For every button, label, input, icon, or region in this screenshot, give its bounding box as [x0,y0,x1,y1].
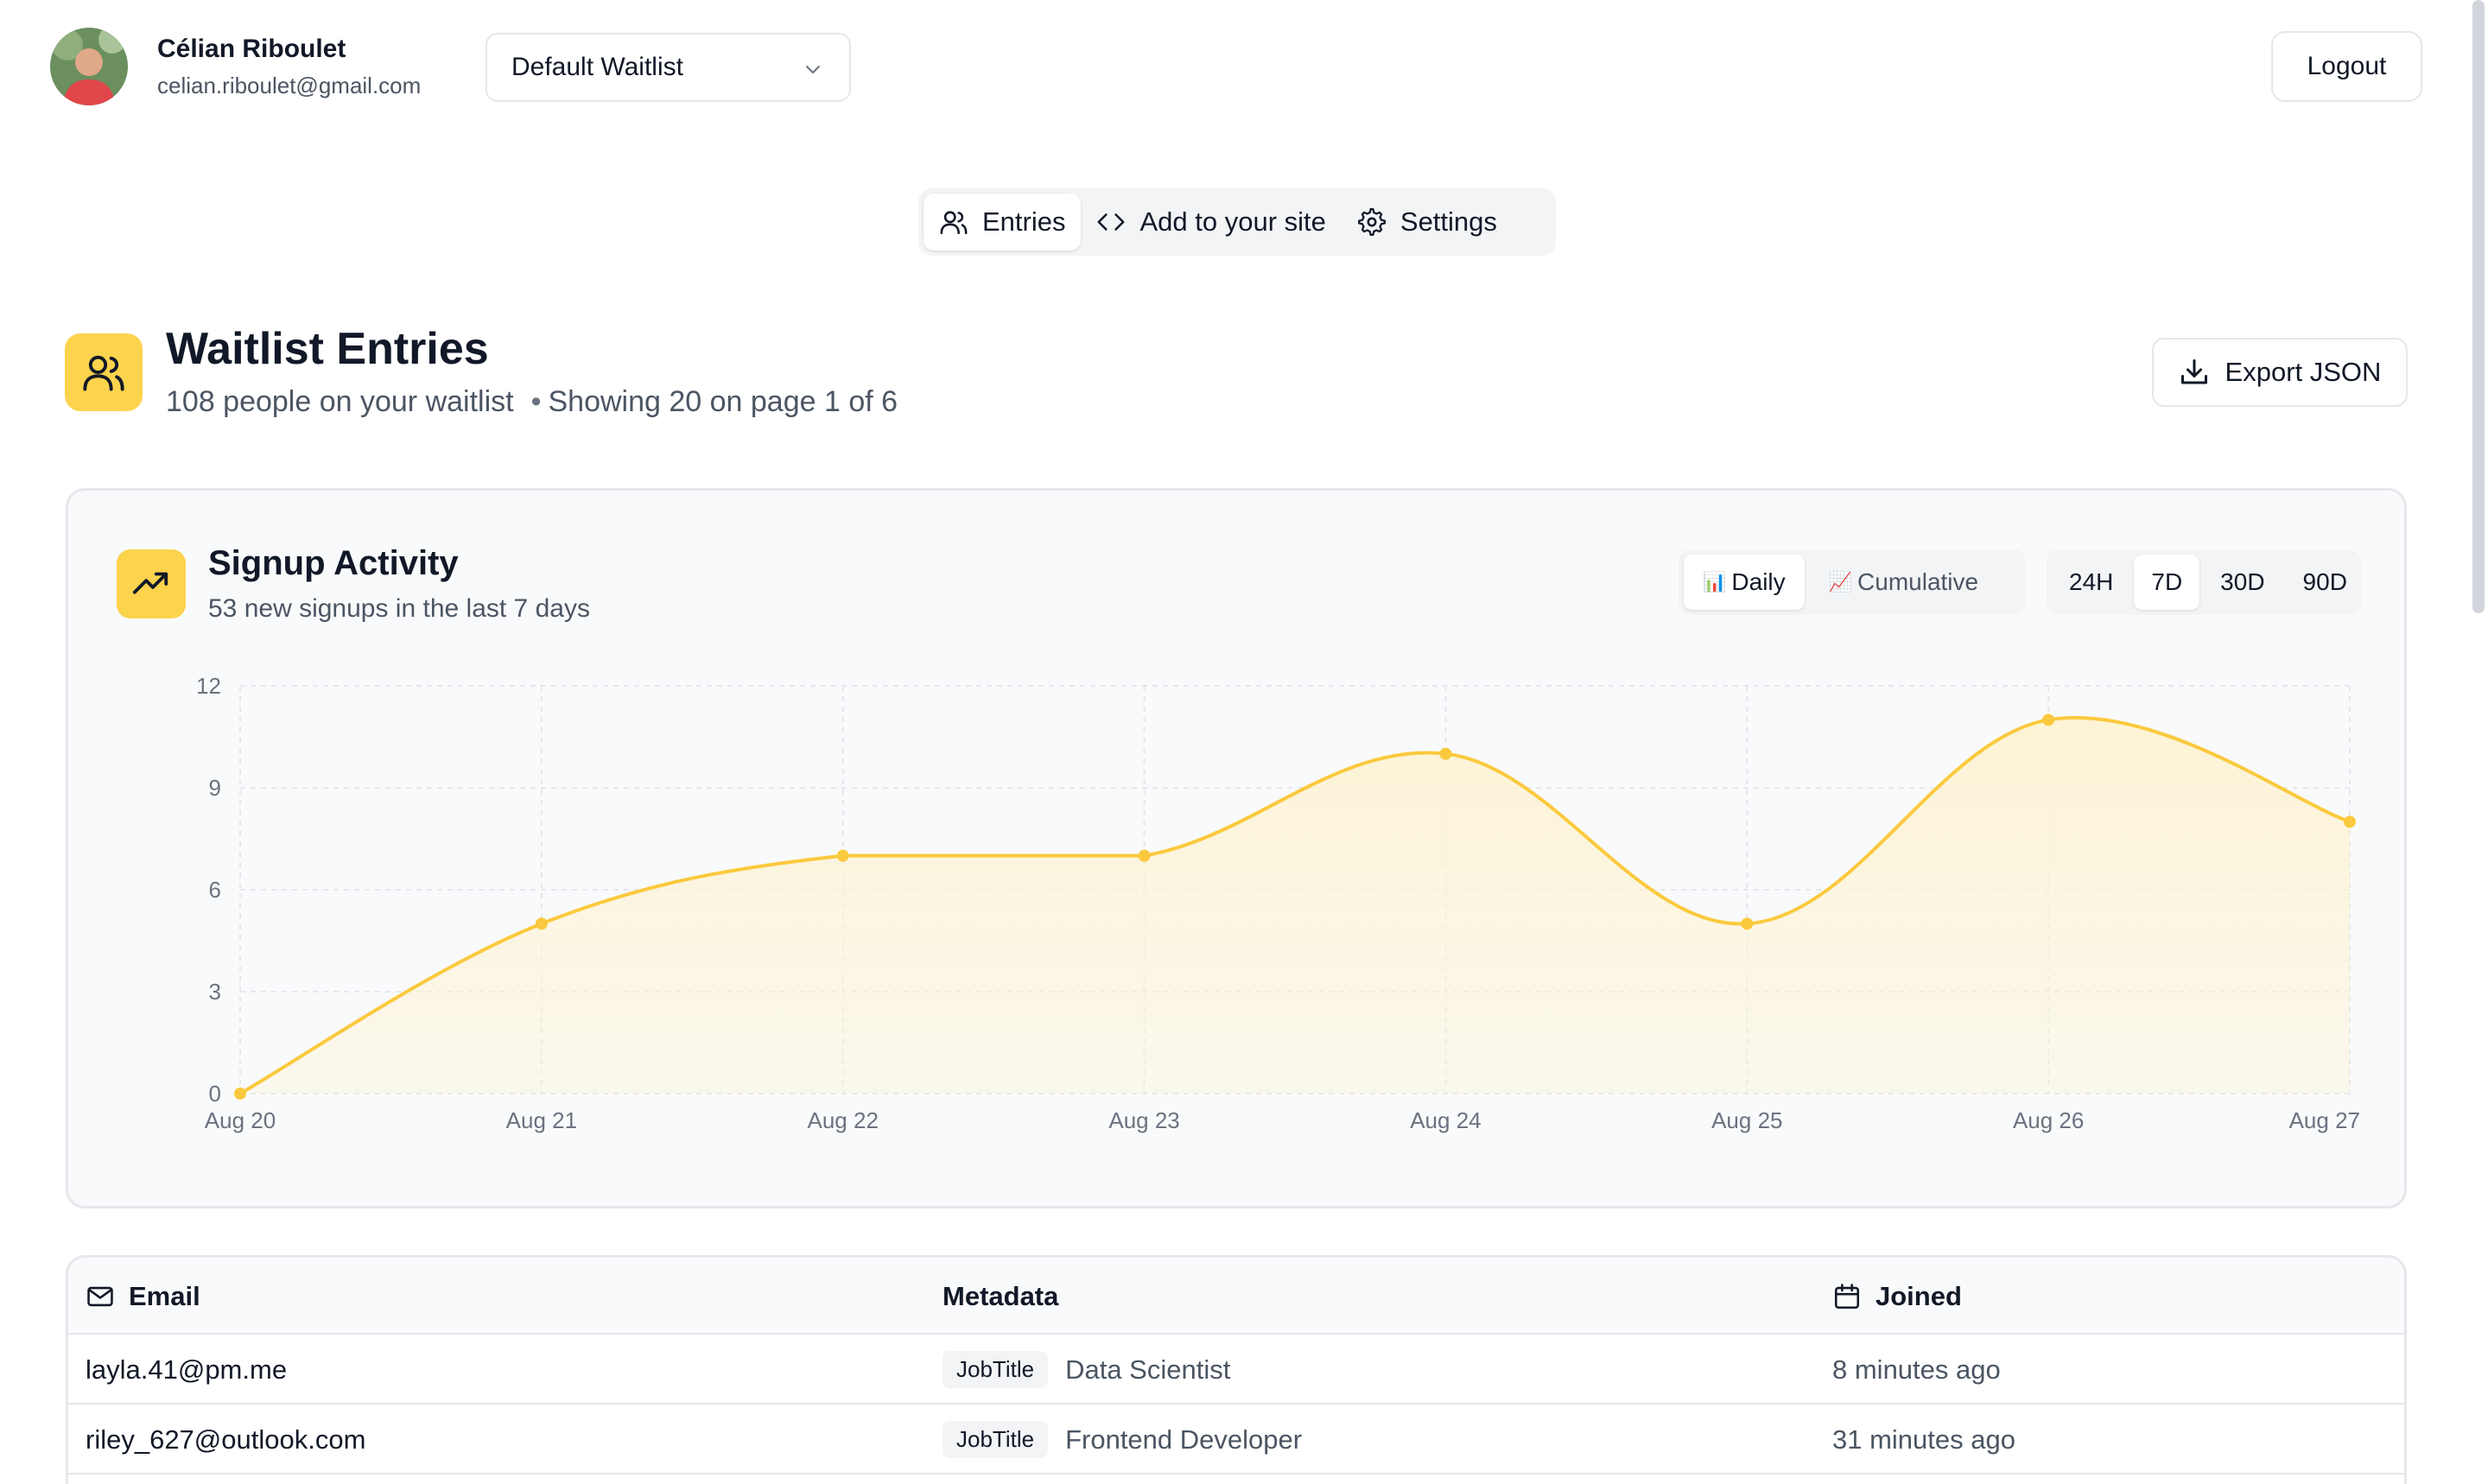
column-metadata: Metadata [943,1258,1058,1335]
data-point [1138,849,1151,862]
series-area [240,717,2350,1094]
tab-entries-label: Entries [982,206,1066,237]
data-point [836,849,849,862]
paging-info: Showing 20 on page 1 of 6 [548,385,898,418]
x-tick-label: Aug 25 [1711,1107,1782,1133]
x-tick-label: Aug 26 [2013,1107,2084,1133]
y-tick-label: 6 [209,877,221,903]
x-tick-label: Aug 27 [2289,1107,2360,1133]
signup-activity-card: Signup Activity 53 new signups in the la… [66,488,2407,1208]
subtitle-separator: • [530,385,542,418]
calendar-icon [1834,1283,1860,1309]
main-tabs: Entries Add to your site Settings [918,188,1556,256]
metadata-value: Frontend Developer [1065,1424,1303,1455]
export-json-button[interactable]: Export JSON [2152,338,2408,407]
page-subtitle: 108 people on your waitlist • Showing 20… [166,385,898,419]
row-joined: 31 minutes ago [1832,1424,2015,1455]
header: Célian Riboulet celian.riboulet@gmail.co… [0,0,2488,138]
y-tick-label: 9 [209,775,221,801]
waitlist-select-value: Default Waitlist [511,53,683,81]
data-point [1741,917,1754,930]
tab-settings-label: Settings [1400,206,1497,237]
x-tick-label: Aug 23 [1108,1107,1179,1133]
waitlist-count: 108 people on your waitlist [166,385,514,418]
x-tick-label: Aug 21 [506,1107,577,1133]
signup-chart: 0 3 6 9 12 Aug 20 Aug 21 Aug 22 Aug 23 Aug 24 Aug … [196,673,2360,1133]
users-icon [83,355,124,391]
chevron-down-icon [806,66,820,73]
tab-settings[interactable]: Settings [1342,193,1513,251]
tab-add-to-site[interactable]: Add to your site [1081,193,1341,251]
column-metadata-label: Metadata [943,1280,1059,1311]
users-icon [940,211,968,235]
column-email-label: Email [129,1280,200,1311]
page-title: Waitlist Entries [166,324,489,374]
mail-icon [87,1286,113,1306]
metadata-key-badge: JobTitle [943,1421,1049,1458]
row-joined: 8 minutes ago [1832,1354,2001,1385]
logout-button[interactable]: Logout [2271,31,2422,102]
user-name: Célian Riboulet [157,35,346,63]
avatar[interactable] [50,28,128,105]
data-point [1439,747,1452,760]
table-row[interactable]: riley_627@outlook.com JobTitle Frontend … [68,1405,2404,1474]
y-tick-label: 3 [209,979,221,1005]
user-email: celian.riboulet@gmail.com [157,73,422,98]
tab-add-to-site-label: Add to your site [1139,206,1326,237]
row-metadata: JobTitle Frontend Developer [943,1405,1302,1474]
row-email: riley_627@outlook.com [86,1424,366,1455]
waitlist-entries-icon [65,333,143,411]
column-joined-label: Joined [1876,1280,1962,1311]
data-point [2042,713,2055,726]
row-email: layla.41@pm.me [86,1354,288,1385]
row-metadata: JobTitle Data Scientist [943,1335,1230,1405]
x-tick-label: Aug 22 [808,1107,879,1133]
metadata-key-badge: JobTitle [943,1351,1049,1388]
y-tick-label: 12 [196,673,221,699]
data-point [2344,815,2356,828]
tab-entries[interactable]: Entries [923,193,1082,251]
download-icon [2180,359,2207,384]
metadata-value: Data Scientist [1065,1354,1231,1385]
x-tick-label: Aug 20 [205,1107,276,1133]
x-tick-label: Aug 24 [1410,1107,1481,1133]
page-scrollbar[interactable] [2472,0,2485,613]
y-tick-label: 0 [209,1081,221,1107]
gear-icon [1357,207,1386,237]
table-header: Email Metadata Joined [68,1258,2404,1335]
data-point [234,1088,246,1100]
data-point [535,917,548,930]
avatar-image [50,28,128,105]
waitlist-select[interactable]: Default Waitlist [486,33,851,102]
column-joined: Joined [1832,1258,1962,1335]
column-email: Email [86,1258,200,1335]
code-icon [1098,213,1125,231]
export-json-label: Export JSON [2225,357,2382,387]
entries-table: Email Metadata Joined layla.41@pm.me Job… [66,1255,2407,1484]
table-row[interactable]: layla.41@pm.me JobTitle Data Scientist 8… [68,1335,2404,1405]
